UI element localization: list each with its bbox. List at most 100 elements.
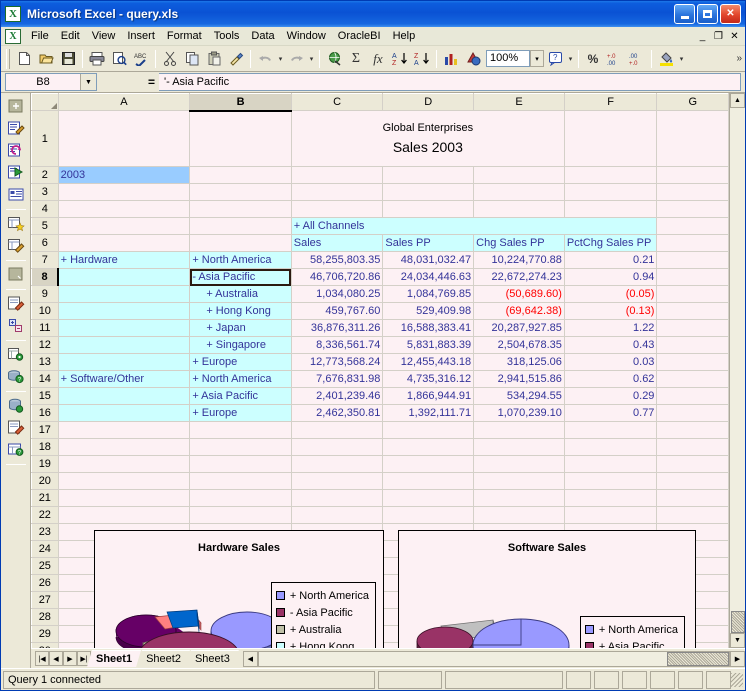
cell-e14-chg-sales-pp[interactable]: 2,941,515.86 xyxy=(473,370,565,388)
help-query-icon[interactable]: ? xyxy=(5,366,27,387)
cell-a12-product[interactable] xyxy=(58,336,191,354)
row-header-2[interactable]: 2 xyxy=(31,166,59,184)
cell-d22[interactable] xyxy=(382,506,475,524)
new-report-icon[interactable] xyxy=(5,213,27,234)
cell-a6[interactable] xyxy=(58,234,191,252)
next-sheet-button[interactable]: ▶ xyxy=(63,651,77,666)
decrease-decimal-icon[interactable]: .00 +.0 xyxy=(626,48,648,70)
help-icon[interactable]: ? xyxy=(544,48,566,70)
cell-f10-pctchg-sales-pp[interactable]: (0.13) xyxy=(564,302,658,320)
cell-f11-pctchg-sales-pp[interactable]: 1.22 xyxy=(564,319,658,337)
spelling-icon[interactable]: ABC xyxy=(130,48,152,70)
cell-f22[interactable] xyxy=(564,506,658,524)
column-header-f[interactable]: F xyxy=(563,93,658,111)
cell-e10-chg-sales-pp[interactable]: (69,642.38) xyxy=(473,302,565,320)
cell-g6[interactable] xyxy=(656,234,729,252)
cell-c22[interactable] xyxy=(291,506,384,524)
autosum-icon[interactable]: Σ xyxy=(345,48,367,70)
row-header-19[interactable]: 19 xyxy=(31,455,59,473)
minimize-button[interactable] xyxy=(674,4,695,24)
cell-d3[interactable] xyxy=(382,183,475,201)
cell-a9-product[interactable] xyxy=(58,285,191,303)
sort-ascending-icon[interactable]: AZ xyxy=(389,48,411,70)
open-icon[interactable] xyxy=(35,48,57,70)
row-header-26[interactable]: 26 xyxy=(31,574,59,592)
cell-g5[interactable] xyxy=(656,217,729,235)
cell-g7[interactable] xyxy=(656,251,729,269)
column-header-c[interactable]: C xyxy=(290,93,384,111)
menu-oraclebi[interactable]: OracleBI xyxy=(332,28,387,44)
cell-b9-region[interactable]: + Australia xyxy=(189,285,292,303)
save-icon[interactable] xyxy=(57,48,79,70)
row-header-30[interactable]: 30 xyxy=(31,642,59,648)
sheet-tab-sheet3[interactable]: Sheet3 xyxy=(186,650,239,667)
vertical-scrollbar[interactable]: ▲ ▼ xyxy=(729,93,745,648)
prev-sheet-button[interactable]: ◀ xyxy=(49,651,63,666)
zoom-dropdown-arrow[interactable]: ▾ xyxy=(530,50,544,67)
mdi-minimize-button[interactable]: _ xyxy=(695,29,710,43)
sort-descending-icon[interactable]: ZA xyxy=(411,48,433,70)
drawing-icon[interactable] xyxy=(462,48,484,70)
cell-d19[interactable] xyxy=(382,455,475,473)
row-header-8[interactable]: 8 xyxy=(31,268,60,286)
cell-c14-sales[interactable]: 7,676,831.98 xyxy=(291,370,384,388)
cell-d2[interactable] xyxy=(382,166,475,184)
redo-icon[interactable] xyxy=(285,48,307,70)
cell-g16[interactable] xyxy=(656,404,729,422)
cell-g9[interactable] xyxy=(656,285,729,303)
cell-g3[interactable] xyxy=(656,183,729,201)
cell-b4[interactable] xyxy=(189,200,292,218)
refresh-query-icon[interactable] xyxy=(5,140,27,161)
row-header-10[interactable]: 10 xyxy=(31,302,59,320)
connect-icon[interactable] xyxy=(5,395,27,416)
percent-style-icon[interactable]: % xyxy=(582,48,604,70)
cell-b16-region[interactable]: + Europe xyxy=(189,404,292,422)
column-header-g[interactable]: G xyxy=(656,93,729,111)
cell-a5[interactable] xyxy=(58,217,191,235)
cell-e9-chg-sales-pp[interactable]: (50,689.60) xyxy=(473,285,565,303)
cell-d17[interactable] xyxy=(382,421,475,439)
cell-a1[interactable] xyxy=(58,110,191,167)
scroll-down-button[interactable]: ▼ xyxy=(730,633,745,648)
cell-b6[interactable] xyxy=(189,234,292,252)
cell-g1[interactable] xyxy=(656,110,729,167)
cell-b21[interactable] xyxy=(189,489,292,507)
cell-e13-chg-sales-pp[interactable]: 318,125.06 xyxy=(473,353,565,371)
cell-c2[interactable] xyxy=(291,166,384,184)
cell-e19[interactable] xyxy=(473,455,565,473)
maximize-button[interactable] xyxy=(697,4,718,24)
cell-a2-year[interactable]: 2003 xyxy=(58,166,191,184)
name-box-dropdown-arrow[interactable]: ▼ xyxy=(80,74,96,90)
cell-g19[interactable] xyxy=(656,455,729,473)
row-header-9[interactable]: 9 xyxy=(31,285,59,303)
cell-c20[interactable] xyxy=(291,472,384,490)
workbook-icon[interactable] xyxy=(5,28,21,44)
column-header-e[interactable]: E xyxy=(473,93,565,111)
cell-c5-all-channels[interactable]: + All Channels xyxy=(291,217,658,235)
new-query-icon[interactable] xyxy=(5,96,27,117)
cell-c10-sales[interactable]: 459,767.60 xyxy=(291,302,384,320)
cell-e17[interactable] xyxy=(473,421,565,439)
cell-c17[interactable] xyxy=(291,421,384,439)
cell-b1[interactable] xyxy=(189,110,292,167)
row-header-14[interactable]: 14 xyxy=(31,370,59,388)
cell-a20[interactable] xyxy=(58,472,191,490)
cell-f19[interactable] xyxy=(564,455,658,473)
cell-c21[interactable] xyxy=(291,489,384,507)
cell-f8-pctchg-sales-pp[interactable]: 0.94 xyxy=(564,268,658,286)
row-header-24[interactable]: 24 xyxy=(31,540,59,558)
row-header-6[interactable]: 6 xyxy=(31,234,59,252)
cell-e21[interactable] xyxy=(473,489,565,507)
menu-tools[interactable]: Tools xyxy=(208,28,246,44)
row-header-5[interactable]: 5 xyxy=(31,217,59,235)
menu-format[interactable]: Format xyxy=(161,28,208,44)
first-sheet-button[interactable]: |◀ xyxy=(35,651,49,666)
cut-icon[interactable] xyxy=(159,48,181,70)
scroll-right-button[interactable]: ▶ xyxy=(730,650,745,667)
cell-f18[interactable] xyxy=(564,438,658,456)
cell-c4[interactable] xyxy=(291,200,384,218)
undo-icon[interactable] xyxy=(254,48,276,70)
properties-icon[interactable] xyxy=(5,417,27,438)
menu-insert[interactable]: Insert xyxy=(121,28,161,44)
cell-g20[interactable] xyxy=(656,472,729,490)
